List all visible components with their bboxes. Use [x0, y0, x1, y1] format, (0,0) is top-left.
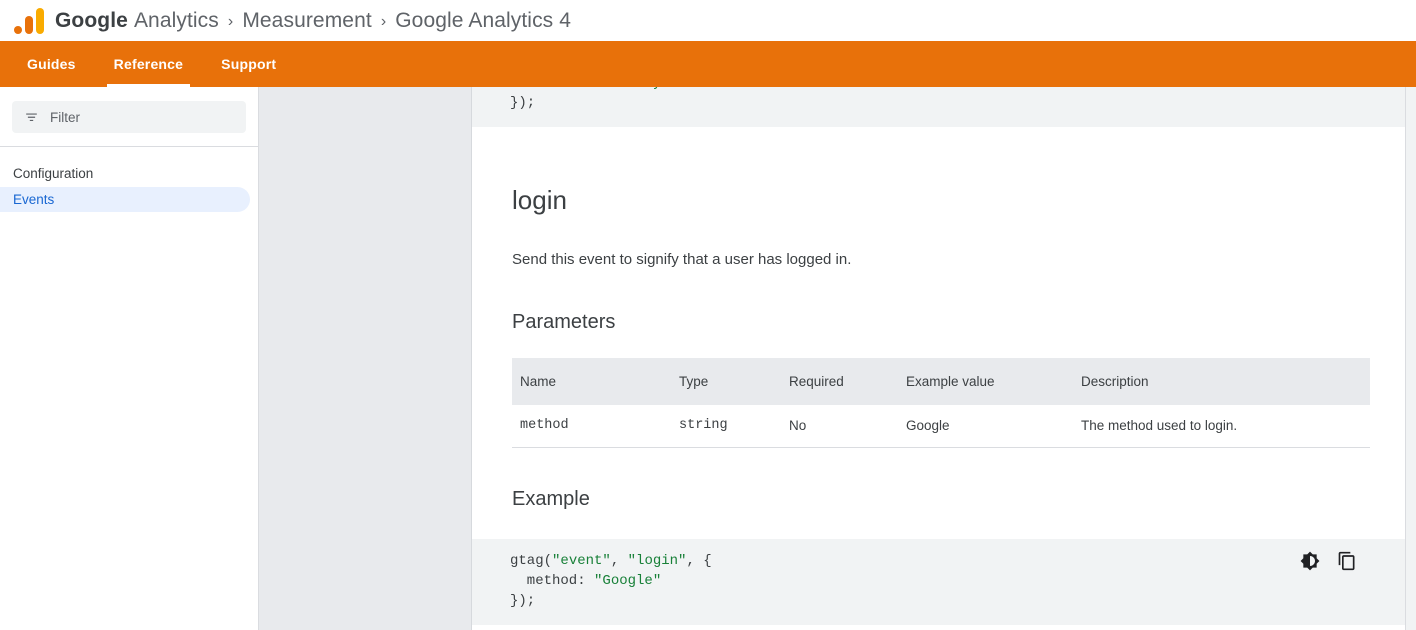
code-block-actions: [1300, 551, 1357, 571]
filter-container: Filter: [0, 87, 258, 146]
filter-placeholder-text: Filter: [50, 110, 80, 125]
column-header-name: Name: [512, 358, 679, 405]
logo-bar-mid: [25, 16, 33, 34]
code-block-example[interactable]: gtag("event", "login", { method: "Google…: [472, 539, 1405, 625]
column-header-description: Description: [1081, 358, 1370, 405]
event-section: login Send this event to signify that a …: [472, 185, 1405, 511]
page-body: Filter Configuration Events character: "…: [0, 87, 1416, 630]
table-header-row: Name Type Required Example value Descrip…: [512, 358, 1370, 405]
code-close-brace: });: [510, 593, 535, 609]
breadcrumb-item-measurement[interactable]: Measurement: [242, 9, 372, 33]
breadcrumb-item-google-analytics-4[interactable]: Google Analytics 4: [395, 9, 571, 33]
left-sidebar: Filter Configuration Events: [0, 87, 259, 630]
code-string-login: "login": [628, 553, 687, 569]
brightness-contrast-icon[interactable]: [1300, 551, 1320, 571]
google-analytics-logo-icon[interactable]: [14, 8, 44, 34]
code-string-event: "event": [552, 553, 611, 569]
code-string-google: "Google": [594, 573, 661, 589]
logo-dot: [14, 26, 22, 34]
cell-example-value: Google: [906, 405, 1081, 448]
example-code-container: gtag("event", "login", { method: "Google…: [472, 539, 1405, 625]
nav-tab-reference[interactable]: Reference: [95, 41, 203, 87]
sidebar-item-events[interactable]: Events: [0, 187, 250, 212]
code-fn-name: gtag(: [510, 553, 552, 569]
table-row: method string No Google The method used …: [512, 405, 1370, 448]
sidebar-nav-list: Configuration Events: [0, 147, 258, 212]
code-clipped-line: character: "Player 1": [510, 87, 703, 91]
logo-bar-tall: [36, 8, 44, 34]
filter-input-wrapper[interactable]: Filter: [12, 101, 246, 133]
right-edge-strip: [1405, 87, 1416, 630]
content-gutter: [260, 87, 472, 630]
code-visible-line: });: [510, 95, 535, 111]
top-header: Google Analytics › Measurement › Google …: [0, 0, 1416, 41]
column-header-example-value: Example value: [906, 358, 1081, 405]
cell-name: method: [512, 405, 679, 448]
code-open-brace: , {: [686, 553, 711, 569]
primary-nav-bar: Guides Reference Support: [0, 41, 1416, 87]
cell-type: string: [679, 405, 789, 448]
column-header-type: Type: [679, 358, 789, 405]
nav-tab-support[interactable]: Support: [202, 41, 295, 87]
parameters-heading: Parameters: [512, 311, 1365, 334]
breadcrumb-separator-2: ›: [381, 13, 386, 31]
sidebar-item-configuration[interactable]: Configuration: [0, 161, 258, 186]
event-description: Send this event to signify that a user h…: [512, 249, 1365, 271]
cell-required: No: [789, 405, 906, 448]
parameters-table: Name Type Required Example value Descrip…: [512, 358, 1370, 448]
example-heading: Example: [512, 488, 1365, 511]
code-key-method: method:: [510, 573, 594, 589]
page-title: login: [512, 185, 1365, 216]
breadcrumb-separator-1: ›: [228, 13, 233, 31]
code-block-previous-example[interactable]: character: "Player 1" });: [472, 87, 1405, 127]
filter-icon: [24, 110, 39, 125]
cell-description: The method used to login.: [1081, 405, 1370, 448]
brand-google[interactable]: Google: [55, 9, 128, 33]
nav-tab-guides[interactable]: Guides: [8, 41, 95, 87]
copy-icon[interactable]: [1337, 551, 1357, 571]
column-header-required: Required: [789, 358, 906, 405]
code-comma-1: ,: [611, 553, 628, 569]
breadcrumb: Google Analytics › Measurement › Google …: [55, 9, 571, 33]
main-content: character: "Player 1" }); login Send thi…: [472, 87, 1405, 630]
brand-analytics[interactable]: Analytics: [134, 9, 219, 33]
